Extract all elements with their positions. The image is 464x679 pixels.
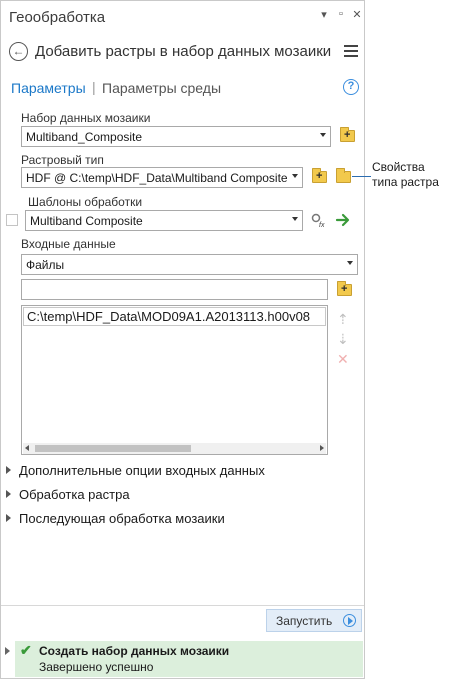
- callout-line-1: Свойства: [372, 160, 425, 174]
- plus-icon: +: [316, 170, 323, 182]
- raster-type-properties-callout: Свойства типа растра: [372, 160, 439, 190]
- pane-title: Геообработка: [9, 9, 106, 26]
- status-expand-icon[interactable]: [5, 647, 10, 655]
- browse-input-button[interactable]: +: [336, 281, 353, 297]
- expand-triangle-icon: [6, 490, 11, 498]
- section-raster-processing[interactable]: Обработка растра: [6, 487, 130, 502]
- section-additional-input-options[interactable]: Дополнительные опции входных данных: [6, 463, 265, 478]
- input-data-value: Файлы: [26, 258, 65, 272]
- scroll-thumb[interactable]: [35, 445, 191, 452]
- browse-mosaic-button[interactable]: +: [339, 127, 356, 143]
- back-arrow-icon[interactable]: ←: [9, 42, 28, 61]
- section-label: Последующая обработка мозаики: [19, 511, 225, 526]
- raster-type-properties-button[interactable]: [335, 168, 352, 184]
- help-icon[interactable]: ?: [343, 79, 359, 95]
- chevron-down-icon: [347, 261, 353, 265]
- callout-line-2: типа растра: [372, 175, 439, 189]
- chevron-down-icon: [292, 217, 298, 221]
- input-data-label: Входные данные: [21, 237, 116, 251]
- move-up-icon[interactable]: ⇡: [337, 311, 349, 328]
- run-button-label: Запустить: [276, 614, 333, 628]
- pin-dropdown-button[interactable]: ▾: [317, 8, 331, 21]
- add-raster-type-button[interactable]: +: [311, 168, 328, 184]
- processing-templates-label: Шаблоны обработки: [28, 195, 143, 209]
- raster-type-combo[interactable]: HDF @ C:\temp\HDF_Data\Multiband Composi…: [21, 167, 303, 188]
- section-label: Дополнительные опции входных данных: [19, 463, 265, 478]
- green-arrow-icon: [335, 213, 350, 227]
- expand-triangle-icon: [6, 466, 11, 474]
- input-data-combo[interactable]: Файлы: [21, 254, 358, 275]
- play-icon: [343, 614, 356, 627]
- section-mosaic-post-processing[interactable]: Последующая обработка мозаики: [6, 511, 225, 526]
- mosaic-dataset-value: Multiband_Composite: [26, 130, 143, 144]
- checkmark-icon: ✔: [20, 642, 32, 658]
- section-label: Обработка растра: [19, 487, 130, 502]
- scroll-left-icon[interactable]: [25, 445, 29, 451]
- properties-icon: [336, 168, 351, 183]
- raster-type-value: HDF @ C:\temp\HDF_Data\Multiband Composi…: [26, 171, 288, 185]
- remove-icon[interactable]: ✕: [337, 351, 349, 368]
- tool-title: Добавить растры в набор данных мозаики: [35, 43, 332, 60]
- run-button[interactable]: Запустить: [266, 609, 362, 632]
- svg-text:fx: fx: [319, 222, 325, 228]
- tab-separator: |: [92, 79, 96, 95]
- function-editor-button[interactable]: fx: [310, 212, 327, 229]
- geoprocessing-pane: Геообработка ▾ ▫ ✕ ← Добавить растры в н…: [0, 0, 371, 679]
- status-title[interactable]: Создать набор данных мозаики: [39, 644, 229, 658]
- move-down-icon[interactable]: ⇣: [337, 331, 349, 348]
- chevron-down-icon: [320, 133, 326, 137]
- mosaic-dataset-label: Набор данных мозаики: [21, 111, 151, 125]
- plus-icon: +: [344, 129, 351, 141]
- tab-parameters[interactable]: Параметры: [11, 80, 86, 96]
- callout-line: [352, 176, 371, 177]
- plus-icon: +: [341, 283, 348, 295]
- pane-titlebar: Геообработка ▾ ▫ ✕: [1, 1, 364, 31]
- list-item[interactable]: C:\temp\HDF_Data\MOD09A1.A2013113.h00v08: [23, 307, 326, 326]
- input-files-list[interactable]: C:\temp\HDF_Data\MOD09A1.A2013113.h00v08: [21, 305, 328, 455]
- hamburger-menu-icon[interactable]: [344, 45, 358, 57]
- horizontal-scrollbar[interactable]: [23, 443, 326, 454]
- status-message: Завершено успешно: [39, 660, 154, 674]
- scroll-right-icon[interactable]: [320, 445, 324, 451]
- chevron-down-icon: [292, 174, 298, 178]
- restore-button[interactable]: ▫: [334, 8, 348, 20]
- expand-triangle-icon: [6, 514, 11, 522]
- raster-type-label: Растровый тип: [21, 153, 104, 167]
- mosaic-dataset-combo[interactable]: Multiband_Composite: [21, 126, 331, 147]
- processing-templates-value: Multiband Composite: [30, 214, 143, 228]
- apply-arrow-button[interactable]: [335, 212, 352, 228]
- processing-templates-checkbox[interactable]: [6, 214, 18, 226]
- tab-environments[interactable]: Параметры среды: [102, 80, 221, 96]
- processing-templates-combo[interactable]: Multiband Composite: [25, 210, 303, 231]
- function-editor-icon: fx: [311, 213, 325, 229]
- input-path-field[interactable]: [21, 279, 328, 300]
- close-button[interactable]: ✕: [350, 8, 364, 21]
- footer-divider: [1, 605, 364, 606]
